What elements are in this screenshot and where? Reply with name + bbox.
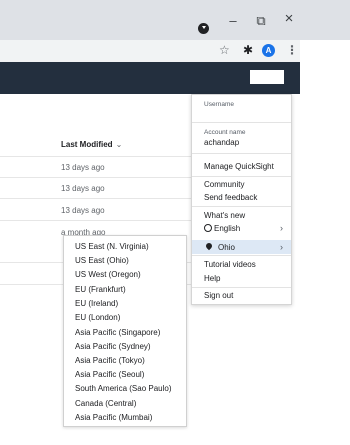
- region-option[interactable]: EU (Ireland): [75, 299, 118, 308]
- manage-quicksight-item[interactable]: Manage QuickSight: [204, 162, 274, 171]
- region-option[interactable]: EU (London): [75, 313, 120, 322]
- region-option[interactable]: Asia Pacific (Mumbai): [75, 413, 152, 422]
- menu-divider: [192, 122, 291, 123]
- send-feedback-item[interactable]: Send feedback: [204, 193, 257, 202]
- profile-avatar[interactable]: A: [262, 44, 275, 57]
- browser-profile-icon[interactable]: [198, 23, 209, 34]
- address-bar[interactable]: [0, 40, 300, 62]
- row-divider: [0, 177, 192, 178]
- table-row[interactable]: 13 days ago: [61, 206, 105, 215]
- region-option[interactable]: US West (Oregon): [75, 270, 141, 279]
- account-name-label: Account name: [204, 129, 246, 136]
- whats-new-item[interactable]: What's new: [204, 211, 245, 220]
- menu-divider: [192, 255, 291, 256]
- tutorial-videos-item[interactable]: Tutorial videos: [204, 260, 256, 269]
- language-label: English: [214, 224, 241, 233]
- maximize-button[interactable]: ⧉: [254, 14, 268, 27]
- sign-out-item[interactable]: Sign out: [204, 291, 233, 300]
- language-item[interactable]: English: [204, 224, 240, 233]
- menu-divider: [192, 287, 291, 288]
- region-option[interactable]: Asia Pacific (Seoul): [75, 370, 144, 379]
- chrome-menu-icon[interactable]: ⋮: [286, 44, 298, 56]
- bookmark-star-icon[interactable]: ☆: [219, 44, 230, 56]
- help-item[interactable]: Help: [204, 274, 220, 283]
- browser-titlebar: [0, 0, 350, 40]
- region-option[interactable]: US East (Ohio): [75, 256, 129, 265]
- menu-divider: [192, 206, 291, 207]
- region-option[interactable]: EU (Frankfurt): [75, 285, 126, 294]
- menu-divider: [192, 176, 291, 177]
- region-item[interactable]: Ohio ›: [192, 240, 291, 254]
- user-menu-button[interactable]: [250, 70, 284, 84]
- account-menu: Username Account name achandap Manage Qu…: [191, 94, 292, 305]
- extensions-icon[interactable]: ✱: [243, 44, 253, 56]
- table-row[interactable]: 13 days ago: [61, 184, 105, 193]
- chevron-right-icon: ›: [280, 242, 283, 252]
- region-option[interactable]: Asia Pacific (Tokyo): [75, 356, 145, 365]
- column-header-label: Last Modified: [61, 140, 113, 149]
- last-modified-header[interactable]: Last Modified ⌄: [61, 140, 122, 149]
- table-row[interactable]: 13 days ago: [61, 163, 105, 172]
- region-label: Ohio: [218, 243, 235, 252]
- region-option[interactable]: Asia Pacific (Sydney): [75, 342, 151, 351]
- community-item[interactable]: Community: [204, 180, 244, 189]
- row-divider: [0, 198, 192, 199]
- menu-divider: [192, 153, 291, 154]
- chevron-right-icon: ›: [280, 223, 283, 233]
- location-pin-icon: [204, 241, 214, 251]
- row-divider: [0, 220, 192, 221]
- region-option[interactable]: Asia Pacific (Singapore): [75, 328, 160, 337]
- globe-icon: [204, 224, 212, 232]
- close-button[interactable]: ×: [282, 11, 296, 26]
- minimize-button[interactable]: –: [226, 14, 240, 27]
- region-submenu: US East (N. Virginia) US East (Ohio) US …: [63, 235, 187, 427]
- region-option[interactable]: South America (Sao Paulo): [75, 384, 172, 393]
- region-option[interactable]: US East (N. Virginia): [75, 242, 149, 251]
- sort-chevron-icon: ⌄: [115, 140, 123, 149]
- account-name-value: achandap: [204, 138, 240, 147]
- row-divider: [0, 156, 192, 157]
- username-label: Username: [204, 101, 234, 108]
- region-option[interactable]: Canada (Central): [75, 399, 136, 408]
